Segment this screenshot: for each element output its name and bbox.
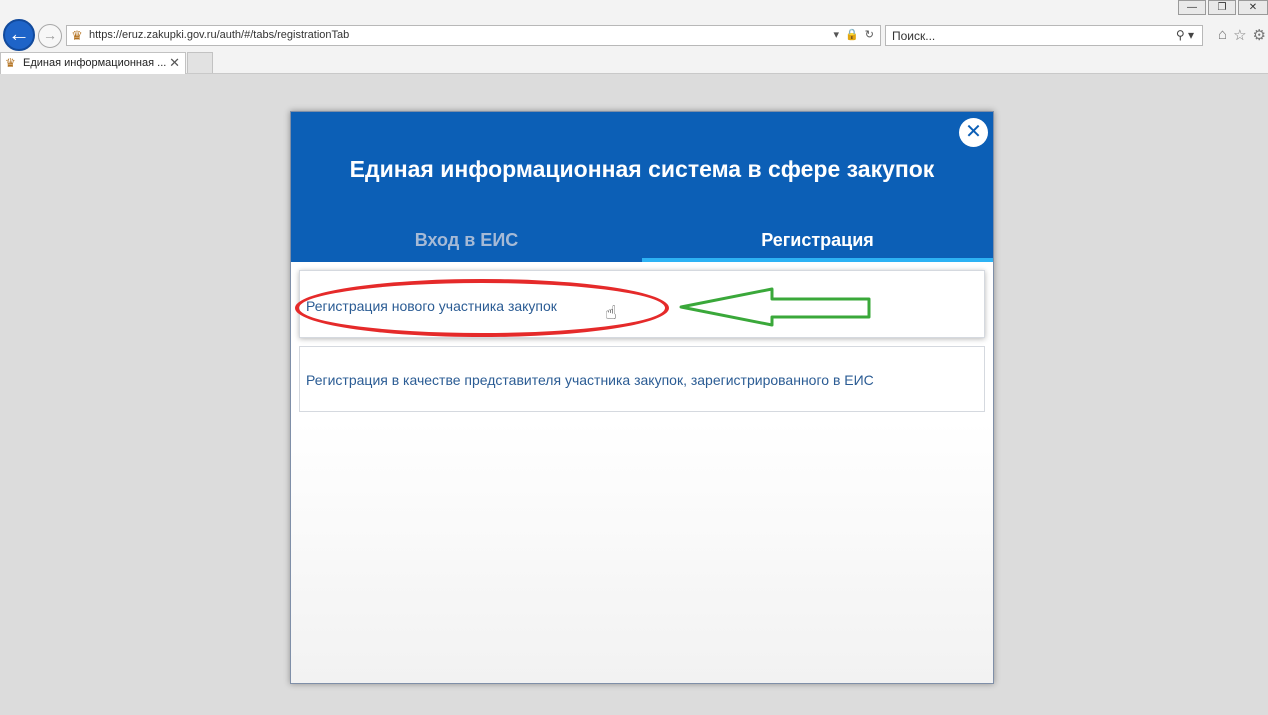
browser-chrome: — ❐ ✕ ← → ♛ https://eruz.zakupki.gov.ru/… xyxy=(0,0,1268,74)
browser-tab[interactable]: ♛ Единая информационная ... ✕ xyxy=(0,52,186,74)
auth-modal: Единая информационная система в сфере за… xyxy=(290,111,994,684)
url-text[interactable]: https://eruz.zakupki.gov.ru/auth/#/tabs/… xyxy=(89,29,349,41)
browser-toolbar-icons: ⌂ ☆ ⚙ xyxy=(1218,26,1266,44)
page-background: Единая информационная система в сфере за… xyxy=(0,75,1268,715)
hand-cursor-icon: ☝ xyxy=(605,303,617,324)
search-input[interactable]: Поиск... xyxy=(892,29,935,43)
window-controls: — ❐ ✕ xyxy=(1176,0,1268,16)
home-icon[interactable]: ⌂ xyxy=(1218,26,1227,44)
address-tools: ▾ 🔒 ↻ xyxy=(834,28,874,41)
option-representative[interactable]: Регистрация в качестве представителя уча… xyxy=(299,346,985,412)
tab-title: Единая информационная ... xyxy=(23,57,167,69)
tab-registration[interactable]: Регистрация xyxy=(642,224,993,262)
modal-tabs: Вход в ЕИС Регистрация xyxy=(291,224,993,262)
option-representative-label[interactable]: Регистрация в качестве представителя уча… xyxy=(306,372,874,388)
window-close-button[interactable]: ✕ xyxy=(1238,0,1268,15)
search-box[interactable]: Поиск... ⚲ ▾ xyxy=(885,25,1203,46)
back-icon[interactable]: ← xyxy=(3,19,35,51)
tab-login[interactable]: Вход в ЕИС xyxy=(291,224,642,262)
modal-title: Единая информационная система в сфере за… xyxy=(349,156,935,182)
refresh-icon[interactable]: ↻ xyxy=(865,28,874,41)
forward-icon[interactable]: → xyxy=(38,24,62,48)
gear-icon[interactable]: ⚙ xyxy=(1253,26,1266,44)
tab-close-icon[interactable]: ✕ xyxy=(169,55,180,71)
dropdown-icon[interactable]: ▾ xyxy=(834,28,840,41)
modal-body-background xyxy=(291,422,993,683)
star-icon[interactable]: ☆ xyxy=(1233,26,1246,44)
close-icon[interactable]: ✕ xyxy=(959,118,988,147)
lock-icon[interactable]: 🔒 xyxy=(845,28,859,41)
search-icon[interactable]: ⚲ ▾ xyxy=(1176,28,1194,42)
new-tab-button[interactable] xyxy=(187,52,213,73)
tab-favicon-icon: ♛ xyxy=(5,56,16,70)
address-bar[interactable]: ♛ https://eruz.zakupki.gov.ru/auth/#/tab… xyxy=(66,25,881,46)
pointer-arrow-icon xyxy=(679,287,871,327)
modal-header: Единая информационная система в сфере за… xyxy=(291,112,993,262)
minimize-button[interactable]: — xyxy=(1178,0,1206,15)
site-favicon-icon: ♛ xyxy=(71,28,83,43)
restore-button[interactable]: ❐ xyxy=(1208,0,1236,15)
